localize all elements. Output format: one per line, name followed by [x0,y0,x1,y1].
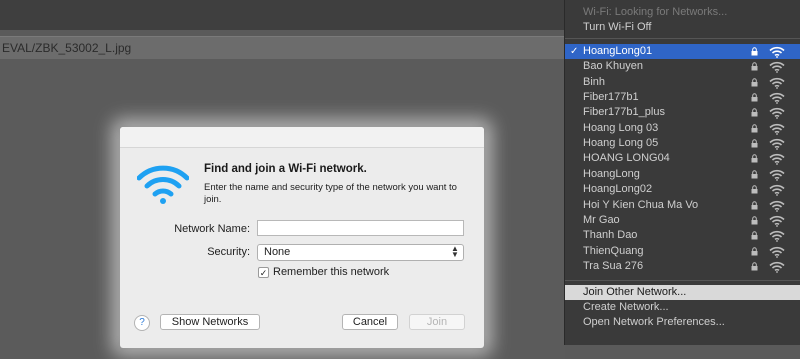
network-item[interactable]: Hoi Y Kien Chua Ma Vo [565,198,800,213]
wifi-signal-icon [769,92,785,104]
menu-separator [565,38,800,39]
lock-icon [751,170,758,179]
checkmark-icon: ✓ [570,46,579,57]
network-name: Hoang Long 03 [583,121,659,134]
network-name: Fiber177b1_plus [583,106,665,119]
lock-icon [751,108,758,117]
lock-icon [751,231,758,240]
network-item[interactable]: Binh [565,75,800,90]
open-network-preferences-label: Open Network Preferences... [583,316,725,328]
network-name: HoangLong [583,167,640,180]
wifi-icon [137,165,189,204]
create-network-label: Create Network... [583,301,669,313]
remember-network-checkbox[interactable]: ✓ [258,267,269,278]
network-name: Thanh Dao [583,229,638,242]
network-name: Bao Khuyen [583,60,643,73]
network-name-input[interactable] [257,220,464,236]
show-networks-button[interactable]: Show Networks [160,314,260,330]
remember-network-label: Remember this network [273,266,390,278]
network-name: Mr Gao [583,213,620,226]
network-item[interactable]: ThienQuang [565,244,800,259]
lock-icon [751,200,758,209]
network-name: Tra Sua 276 [583,259,644,272]
lock-icon [751,216,758,225]
wifi-status: Wi-Fi: Looking for Networks... [565,5,800,20]
wifi-status-text: Wi-Fi: Looking for Networks... [583,6,728,18]
dialog-title: Find and join a Wi-Fi network. [204,163,367,175]
window-toolbar: EVAL/ZBK_53002_L.jpg [0,36,565,60]
network-name: HoangLong01 [583,45,653,57]
lock-icon [751,262,758,271]
network-item[interactable]: Mr Gao [565,213,800,228]
wifi-signal-icon [769,246,785,258]
network-item[interactable]: Hoang Long 05 [565,136,800,151]
wifi-signal-icon [769,62,785,74]
wifi-signal-icon [769,200,785,212]
select-arrows-icon: ▲ ▼ [451,244,459,259]
network-name: ThienQuang [583,244,644,257]
join-wifi-dialog: Find and join a Wi-Fi network. Enter the… [120,127,484,348]
lock-icon [751,154,758,163]
dialog-description: Enter the name and security type of the … [204,182,457,205]
lock-icon [751,124,758,133]
dialog-titlebar [120,127,484,148]
lock-icon [751,185,758,194]
wifi-signal-icon [769,169,785,181]
turn-wifi-off-item[interactable]: Turn Wi-Fi Off [565,20,800,35]
file-path: EVAL/ZBK_53002_L.jpg [2,41,132,55]
wifi-signal-icon [769,261,785,273]
network-name: HOANG LONG04 [583,152,670,165]
open-network-preferences-item[interactable]: Open Network Preferences... [565,315,800,330]
wifi-signal-icon [769,123,785,135]
network-name: Hoang Long 05 [583,137,659,150]
network-item[interactable]: Tra Sua 276 [565,259,800,274]
wifi-signal-icon [769,138,785,150]
network-item[interactable]: HoangLong02 [565,182,800,197]
network-item[interactable]: HOANG LONG04 [565,151,800,166]
network-name-label: Network Name: [174,223,250,235]
turn-wifi-off-label: Turn Wi-Fi Off [583,21,652,33]
join-other-network-label: Join Other Network... [583,286,687,298]
network-item[interactable]: Fiber177b1_plus [565,105,800,120]
wifi-signal-icon [769,108,785,120]
create-network-item[interactable]: Create Network... [565,300,800,315]
wifi-menu: Wi-Fi: Looking for Networks... Turn Wi-F… [564,0,800,345]
network-name: Hoi Y Kien Chua Ma Vo [583,198,699,211]
lock-icon [751,93,758,102]
wifi-signal-icon [769,77,785,89]
security-select[interactable]: None ▲ ▼ [257,244,464,261]
network-item[interactable]: Fiber177b1 [565,90,800,105]
lock-icon [751,139,758,148]
security-label: Security: [207,246,250,258]
wifi-signal-icon [769,215,785,227]
network-item[interactable]: Thanh Dao [565,228,800,243]
wifi-signal-icon [769,184,785,197]
network-item[interactable]: ✓ HoangLong01 [565,44,800,59]
network-name: Binh [583,75,606,88]
join-other-network-item[interactable]: Join Other Network... [565,285,800,300]
security-value: None [264,246,291,258]
wifi-signal-icon [769,231,785,243]
network-name: Fiber177b1 [583,91,639,104]
lock-icon [751,47,758,56]
network-item[interactable]: Bao Khuyen [565,59,800,74]
menu-separator [565,280,800,281]
lock-icon [751,62,758,71]
lock-icon [751,78,758,87]
network-name: HoangLong02 [583,183,653,196]
join-button[interactable]: Join [409,314,465,330]
help-button[interactable]: ? [134,315,150,331]
lock-icon [751,246,758,256]
wifi-signal-icon [769,46,785,58]
wifi-signal-icon [769,154,785,166]
network-item[interactable]: Hoang Long 03 [565,121,800,136]
cancel-button[interactable]: Cancel [342,314,398,330]
network-item[interactable]: HoangLong [565,167,800,182]
